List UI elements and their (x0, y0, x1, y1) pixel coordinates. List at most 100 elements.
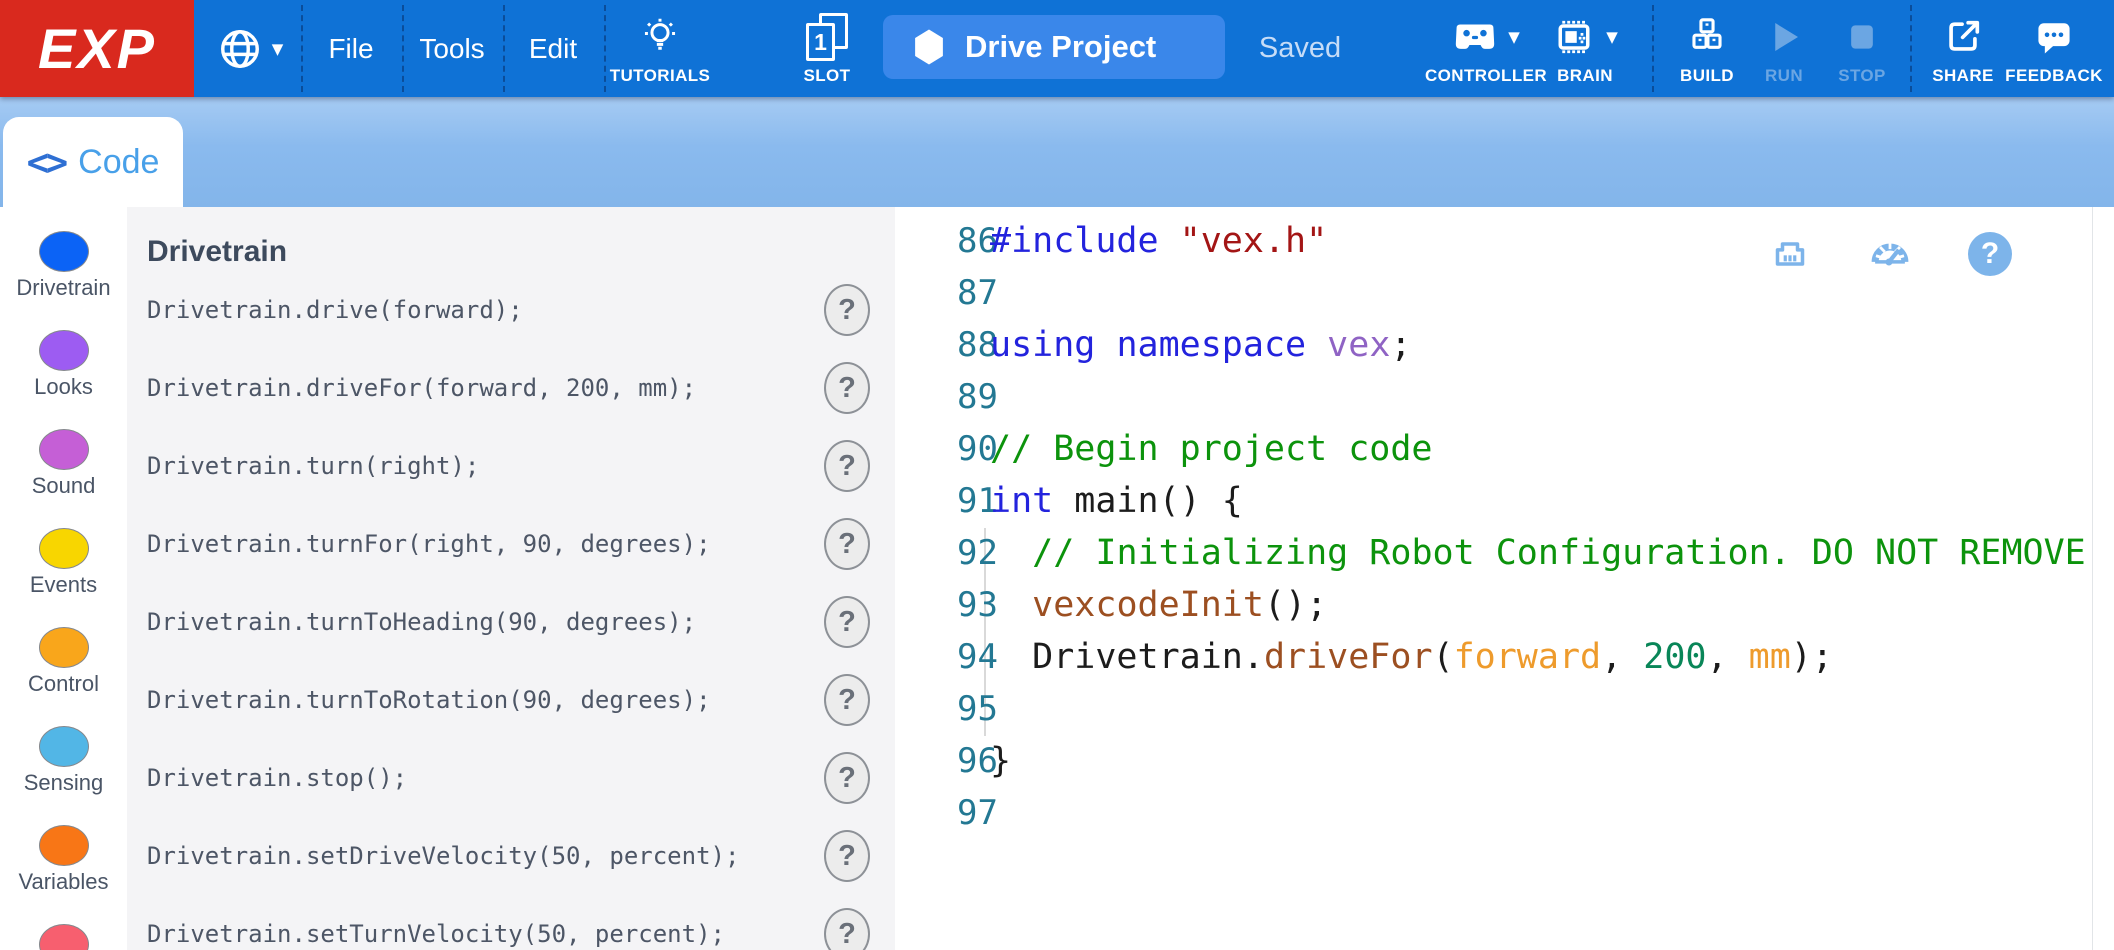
globe-icon (217, 26, 263, 72)
feedback-button[interactable]: FEEDBACK (2002, 0, 2106, 97)
command-row[interactable]: Drivetrain.setTurnVelocity(50, percent);… (127, 895, 895, 950)
slot-button[interactable]: 1 SLOT (783, 0, 871, 97)
command-help-button[interactable]: ? (824, 518, 870, 570)
help-button[interactable]: ? (1957, 221, 2023, 287)
command-row[interactable]: Drivetrain.setDriveVelocity(50, percent)… (127, 817, 895, 895)
sidebar-item-hidden[interactable] (0, 924, 127, 950)
menu-item-file[interactable]: File (301, 0, 401, 97)
category-bubble[interactable] (39, 726, 89, 767)
editor-line[interactable]: 97 (895, 787, 2114, 839)
category-bubble[interactable] (39, 924, 89, 950)
editor-line[interactable]: 96} (895, 735, 2114, 787)
editor-line[interactable]: 88using namespace vex; (895, 319, 2114, 371)
editor-line[interactable]: 93 vexcodeInit(); (895, 579, 2114, 631)
top-toolbar: EXP ▼ FileToolsEdit TUTORIALS 1 (0, 0, 2114, 97)
command-row[interactable]: Drivetrain.drive(forward);? (127, 271, 895, 349)
sidebar-item-variables[interactable]: Variables (0, 825, 127, 895)
editor-line[interactable]: 90// Begin project code (895, 423, 2114, 475)
line-number: 91 (895, 475, 998, 527)
code-text[interactable]: vexcodeInit(); (990, 579, 1327, 631)
command-text[interactable]: Drivetrain.turnToRotation(90, degrees); (147, 686, 711, 714)
command-help-button[interactable]: ? (824, 908, 870, 950)
editor-line[interactable]: 92 // Initializing Robot Configuration. … (895, 527, 2114, 579)
sidebar-item-events[interactable]: Events (0, 528, 127, 598)
command-row[interactable]: Drivetrain.turnFor(right, 90, degrees);? (127, 505, 895, 583)
sidebar-item-looks[interactable]: Looks (0, 330, 127, 400)
editor-line[interactable]: 91int main() { (895, 475, 2114, 527)
tutorials-button[interactable]: TUTORIALS (612, 0, 708, 97)
command-text[interactable]: Drivetrain.driveFor(forward, 200, mm); (147, 374, 696, 402)
menu-item-edit[interactable]: Edit (503, 0, 603, 97)
editor-line[interactable]: 86#include "vex.h" (895, 215, 2114, 267)
command-text[interactable]: Drivetrain.drive(forward); (147, 296, 523, 324)
command-text[interactable]: Drivetrain.turnToHeading(90, degrees); (147, 608, 696, 636)
command-reference-panel: Drivetrain Drivetrain.drive(forward);?Dr… (127, 207, 895, 950)
category-label: Sensing (0, 770, 127, 796)
code-text[interactable]: // Initializing Robot Configuration. DO … (990, 527, 2086, 579)
slot-icon: 1 (803, 13, 851, 61)
brain-button[interactable]: ▼ BRAIN (1523, 0, 1647, 97)
line-number: 96 (895, 735, 998, 787)
category-bubble[interactable] (39, 330, 89, 371)
main-content: Drivetrain Looks Sound Events Control Sensing… (0, 207, 2114, 950)
command-help-button[interactable]: ? (824, 362, 870, 414)
menu-item-tools[interactable]: Tools (402, 0, 502, 97)
tab-code[interactable]: <> Code (3, 117, 183, 207)
command-text[interactable]: Drivetrain.setDriveVelocity(50, percent)… (147, 842, 739, 870)
sidebar-item-sensing[interactable]: Sensing (0, 726, 127, 796)
sidebar-item-drivetrain[interactable]: Drivetrain (0, 231, 127, 301)
category-bubble[interactable] (39, 528, 89, 569)
code-text[interactable]: } (990, 735, 1011, 787)
command-help-button[interactable]: ? (824, 830, 870, 882)
language-button[interactable]: ▼ (200, 0, 300, 97)
editor-scrollbar-track[interactable] (2092, 207, 2093, 950)
chevron-down-icon: ▼ (1606, 28, 1618, 46)
category-label: Control (0, 671, 127, 697)
toolbar-separator (604, 5, 606, 92)
sidebar-item-sound[interactable]: Sound (0, 429, 127, 499)
command-text[interactable]: Drivetrain.setTurnVelocity(50, percent); (147, 920, 725, 948)
command-text[interactable]: Drivetrain.stop(); (147, 764, 407, 792)
command-help-button[interactable]: ? (824, 752, 870, 804)
brain-icon (1552, 15, 1596, 59)
stop-button[interactable]: STOP (1812, 0, 1912, 97)
project-name-button[interactable]: Drive Project (883, 15, 1225, 79)
editor-line[interactable]: 87 (895, 267, 2114, 319)
editor-line[interactable]: 89 (895, 371, 2114, 423)
code-text[interactable]: using namespace vex; (990, 319, 1411, 371)
editor-line[interactable]: 94 Drivetrain.driveFor(forward, 200, mm)… (895, 631, 2114, 683)
command-row[interactable]: Drivetrain.turnToRotation(90, degrees);? (127, 661, 895, 739)
command-help-button[interactable]: ? (824, 596, 870, 648)
command-row[interactable]: Drivetrain.driveFor(forward, 200, mm);? (127, 349, 895, 427)
command-row[interactable]: Drivetrain.stop();? (127, 739, 895, 817)
code-text[interactable]: // Begin project code (990, 423, 1433, 475)
command-text[interactable]: Drivetrain.turnFor(right, 90, degrees); (147, 530, 711, 558)
line-number: 86 (895, 215, 998, 267)
command-row[interactable]: Drivetrain.turnToHeading(90, degrees);? (127, 583, 895, 661)
category-bubble[interactable] (39, 231, 89, 272)
dashboard-button[interactable] (1857, 221, 1923, 287)
device-port-button[interactable] (1757, 221, 1823, 287)
share-button[interactable]: SHARE (1915, 0, 2011, 97)
sidebar-item-control[interactable]: Control (0, 627, 127, 697)
category-label: Sound (0, 473, 127, 499)
command-help-button[interactable]: ? (824, 440, 870, 492)
toolbar-separator (1652, 5, 1654, 92)
category-bubble[interactable] (39, 825, 89, 866)
command-text[interactable]: Drivetrain.turn(right); (147, 452, 479, 480)
editor-line[interactable]: 95 (895, 683, 2114, 735)
line-number: 94 (895, 631, 998, 683)
category-bubble[interactable] (39, 627, 89, 668)
line-number: 89 (895, 371, 998, 423)
command-help-button[interactable]: ? (824, 284, 870, 336)
code-text[interactable]: int main() { (990, 475, 1243, 527)
category-bubble[interactable] (39, 429, 89, 470)
code-text[interactable]: Drivetrain.driveFor(forward, 200, mm); (990, 631, 1833, 683)
play-icon (1763, 16, 1805, 58)
code-chevrons-icon: <> (27, 141, 66, 184)
code-text[interactable]: #include "vex.h" (990, 215, 1327, 267)
code-editor[interactable]: 86#include "vex.h"8788using namespace ve… (895, 207, 2114, 950)
build-label: BUILD (1680, 66, 1734, 86)
command-help-button[interactable]: ? (824, 674, 870, 726)
command-row[interactable]: Drivetrain.turn(right);? (127, 427, 895, 505)
